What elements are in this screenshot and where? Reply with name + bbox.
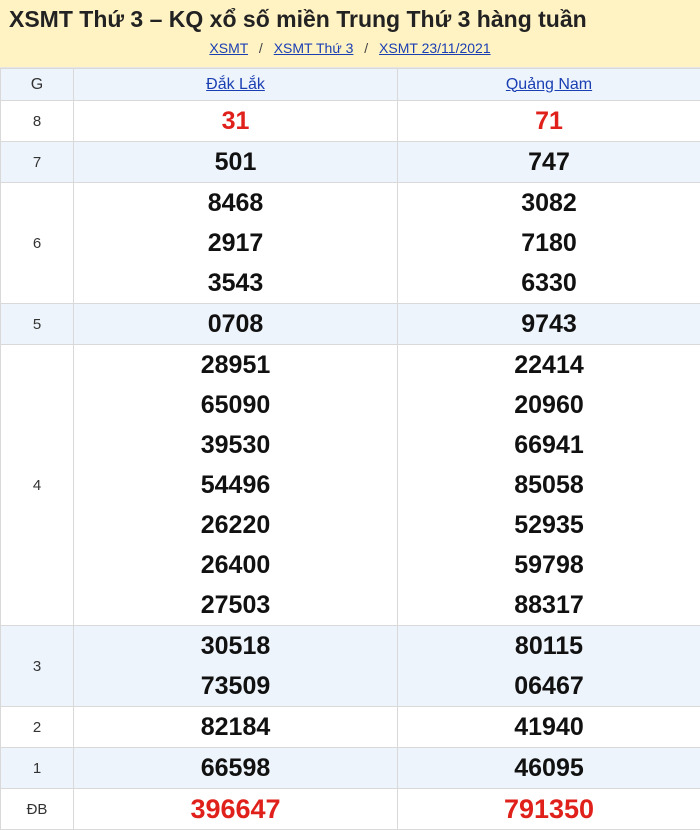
- lottery-number: 30518: [74, 626, 397, 666]
- lottery-number: 3082: [398, 183, 700, 223]
- dak-lak-numbers-cell: 846829173543: [74, 183, 398, 304]
- quang-nam-numbers-cell: 308271806330: [398, 183, 700, 304]
- results-table: G Đắk Lắk Quảng Nam 83171750174768468291…: [0, 68, 700, 830]
- table-row: 7501747: [1, 142, 700, 183]
- lottery-number: 9743: [398, 304, 700, 344]
- dak-lak-numbers-cell: 82184: [74, 707, 398, 748]
- lottery-number: 791350: [398, 789, 700, 829]
- lottery-number: 59798: [398, 545, 700, 585]
- lottery-number: 80115: [398, 626, 700, 666]
- table-row: ĐB396647791350: [1, 789, 700, 830]
- table-row: 28218441940: [1, 707, 700, 748]
- quang-nam-numbers-cell: 71: [398, 101, 700, 142]
- lottery-number: 54496: [74, 465, 397, 505]
- prize-label: 1: [1, 748, 74, 789]
- lottery-number: 6330: [398, 263, 700, 303]
- lottery-number: 396647: [74, 789, 397, 829]
- prize-label: 3: [1, 626, 74, 707]
- lottery-number: 71: [398, 101, 700, 141]
- lottery-number: 26400: [74, 545, 397, 585]
- breadcrumb: XSMT / XSMT Thứ 3 / XSMT 23/11/2021: [0, 40, 700, 56]
- dak-lak-numbers-cell: 28951650903953054496262202640027503: [74, 345, 398, 626]
- table-row: 507089743: [1, 304, 700, 345]
- prize-label: ĐB: [1, 789, 74, 830]
- quang-nam-numbers-cell: 41940: [398, 707, 700, 748]
- prize-label: 8: [1, 101, 74, 142]
- dak-lak-numbers-cell: 31: [74, 101, 398, 142]
- province-link-quang-nam[interactable]: Quảng Nam: [506, 76, 592, 93]
- lottery-number: 06467: [398, 666, 700, 706]
- lottery-number: 66941: [398, 425, 700, 465]
- lottery-number: 88317: [398, 585, 700, 625]
- quang-nam-numbers-cell: 747: [398, 142, 700, 183]
- breadcrumb-link-xsmt[interactable]: XSMT: [209, 40, 248, 56]
- lottery-number: 52935: [398, 505, 700, 545]
- lottery-number: 27503: [74, 585, 397, 625]
- dak-lak-numbers-cell: 66598: [74, 748, 398, 789]
- dak-lak-numbers-cell: 0708: [74, 304, 398, 345]
- dak-lak-numbers-cell: 3051873509: [74, 626, 398, 707]
- lottery-number: 7180: [398, 223, 700, 263]
- lottery-number: 8468: [74, 183, 397, 223]
- quang-nam-numbers-cell: 46095: [398, 748, 700, 789]
- page-title: XSMT Thứ 3 – KQ xổ số miền Trung Thứ 3 h…: [9, 4, 700, 34]
- lottery-number: 26220: [74, 505, 397, 545]
- province-header-dak-lak: Đắk Lắk: [74, 69, 398, 101]
- quang-nam-numbers-cell: 8011506467: [398, 626, 700, 707]
- prize-column-header: G: [1, 69, 74, 101]
- lottery-number: 85058: [398, 465, 700, 505]
- table-row: 330518735098011506467: [1, 626, 700, 707]
- table-header-row: G Đắk Lắk Quảng Nam: [1, 69, 700, 101]
- lottery-number: 31: [74, 101, 397, 141]
- page-header: XSMT Thứ 3 – KQ xổ số miền Trung Thứ 3 h…: [0, 0, 700, 68]
- province-link-dak-lak[interactable]: Đắk Lắk: [206, 76, 265, 93]
- lottery-number: 28951: [74, 345, 397, 385]
- lottery-number: 501: [74, 142, 397, 182]
- lottery-number: 73509: [74, 666, 397, 706]
- lottery-number: 0708: [74, 304, 397, 344]
- prize-label: 2: [1, 707, 74, 748]
- table-row: 4289516509039530544962622026400275032241…: [1, 345, 700, 626]
- lottery-number: 46095: [398, 748, 700, 788]
- lottery-number: 747: [398, 142, 700, 182]
- lottery-number: 41940: [398, 707, 700, 747]
- lottery-number: 82184: [74, 707, 397, 747]
- dak-lak-numbers-cell: 501: [74, 142, 398, 183]
- lottery-number: 2917: [74, 223, 397, 263]
- dak-lak-numbers-cell: 396647: [74, 789, 398, 830]
- lottery-number: 22414: [398, 345, 700, 385]
- prize-label: 6: [1, 183, 74, 304]
- lottery-number: 66598: [74, 748, 397, 788]
- quang-nam-numbers-cell: 22414209606694185058529355979888317: [398, 345, 700, 626]
- province-header-quang-nam: Quảng Nam: [398, 69, 700, 101]
- lottery-number: 3543: [74, 263, 397, 303]
- prize-label: 7: [1, 142, 74, 183]
- quang-nam-numbers-cell: 9743: [398, 304, 700, 345]
- prize-label: 4: [1, 345, 74, 626]
- lottery-number: 39530: [74, 425, 397, 465]
- lottery-number: 65090: [74, 385, 397, 425]
- table-row: 83171: [1, 101, 700, 142]
- prize-label: 5: [1, 304, 74, 345]
- lottery-number: 20960: [398, 385, 700, 425]
- breadcrumb-link-xsmt-thu-3[interactable]: XSMT Thứ 3: [274, 40, 354, 56]
- table-row: 16659846095: [1, 748, 700, 789]
- table-row: 6846829173543308271806330: [1, 183, 700, 304]
- breadcrumb-separator: /: [364, 40, 368, 56]
- quang-nam-numbers-cell: 791350: [398, 789, 700, 830]
- breadcrumb-separator: /: [259, 40, 263, 56]
- breadcrumb-link-xsmt-date[interactable]: XSMT 23/11/2021: [379, 40, 491, 56]
